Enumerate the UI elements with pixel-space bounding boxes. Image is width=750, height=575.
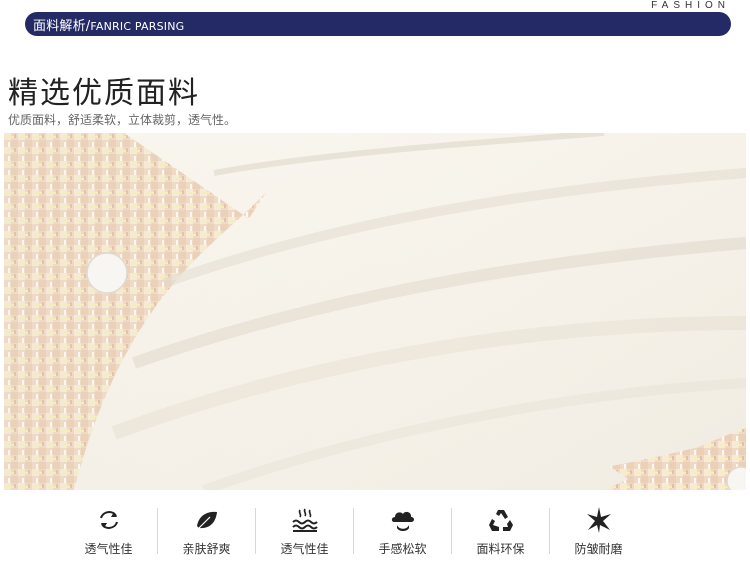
feature-list: 透气性佳 亲肤舒爽 透气性佳 手感松软 面料环保 防皱耐磨 <box>60 500 700 560</box>
feature-item: 透气性佳 <box>256 500 353 560</box>
feature-item: 亲肤舒爽 <box>158 500 255 560</box>
feature-label: 透气性佳 <box>280 542 329 556</box>
feature-label: 面料环保 <box>476 542 525 556</box>
fabric-photo <box>4 133 746 490</box>
page-subtitle: 优质面料，舒适柔软，立体裁剪，透气性。 <box>8 113 237 127</box>
feature-label: 手感松软 <box>378 542 427 556</box>
feature-label: 亲肤舒爽 <box>182 542 231 556</box>
feature-item: 面料环保 <box>452 500 549 560</box>
header-bar: 面料解析/FANRIC PARSING <box>25 12 731 36</box>
feature-label: 防皱耐磨 <box>574 542 623 556</box>
page-title: 精选优质面料 <box>8 76 200 111</box>
swirl-arrows-icon <box>99 511 118 529</box>
fabric-photo-image <box>4 133 746 490</box>
star-burst-icon <box>586 507 611 533</box>
section-title: 面料解析/FANRIC PARSING <box>33 18 185 34</box>
feature-item: 防皱耐磨 <box>550 500 647 560</box>
feature-item: 透气性佳 <box>60 500 157 560</box>
feature-item: 手感松软 <box>354 500 451 560</box>
fashion-label: FASHION <box>651 0 730 11</box>
recycle-icon <box>488 510 513 531</box>
waves-icon <box>291 508 318 532</box>
cloud-hand-icon <box>391 511 414 531</box>
leaf-icon <box>196 511 217 529</box>
feature-label: 透气性佳 <box>84 542 133 556</box>
